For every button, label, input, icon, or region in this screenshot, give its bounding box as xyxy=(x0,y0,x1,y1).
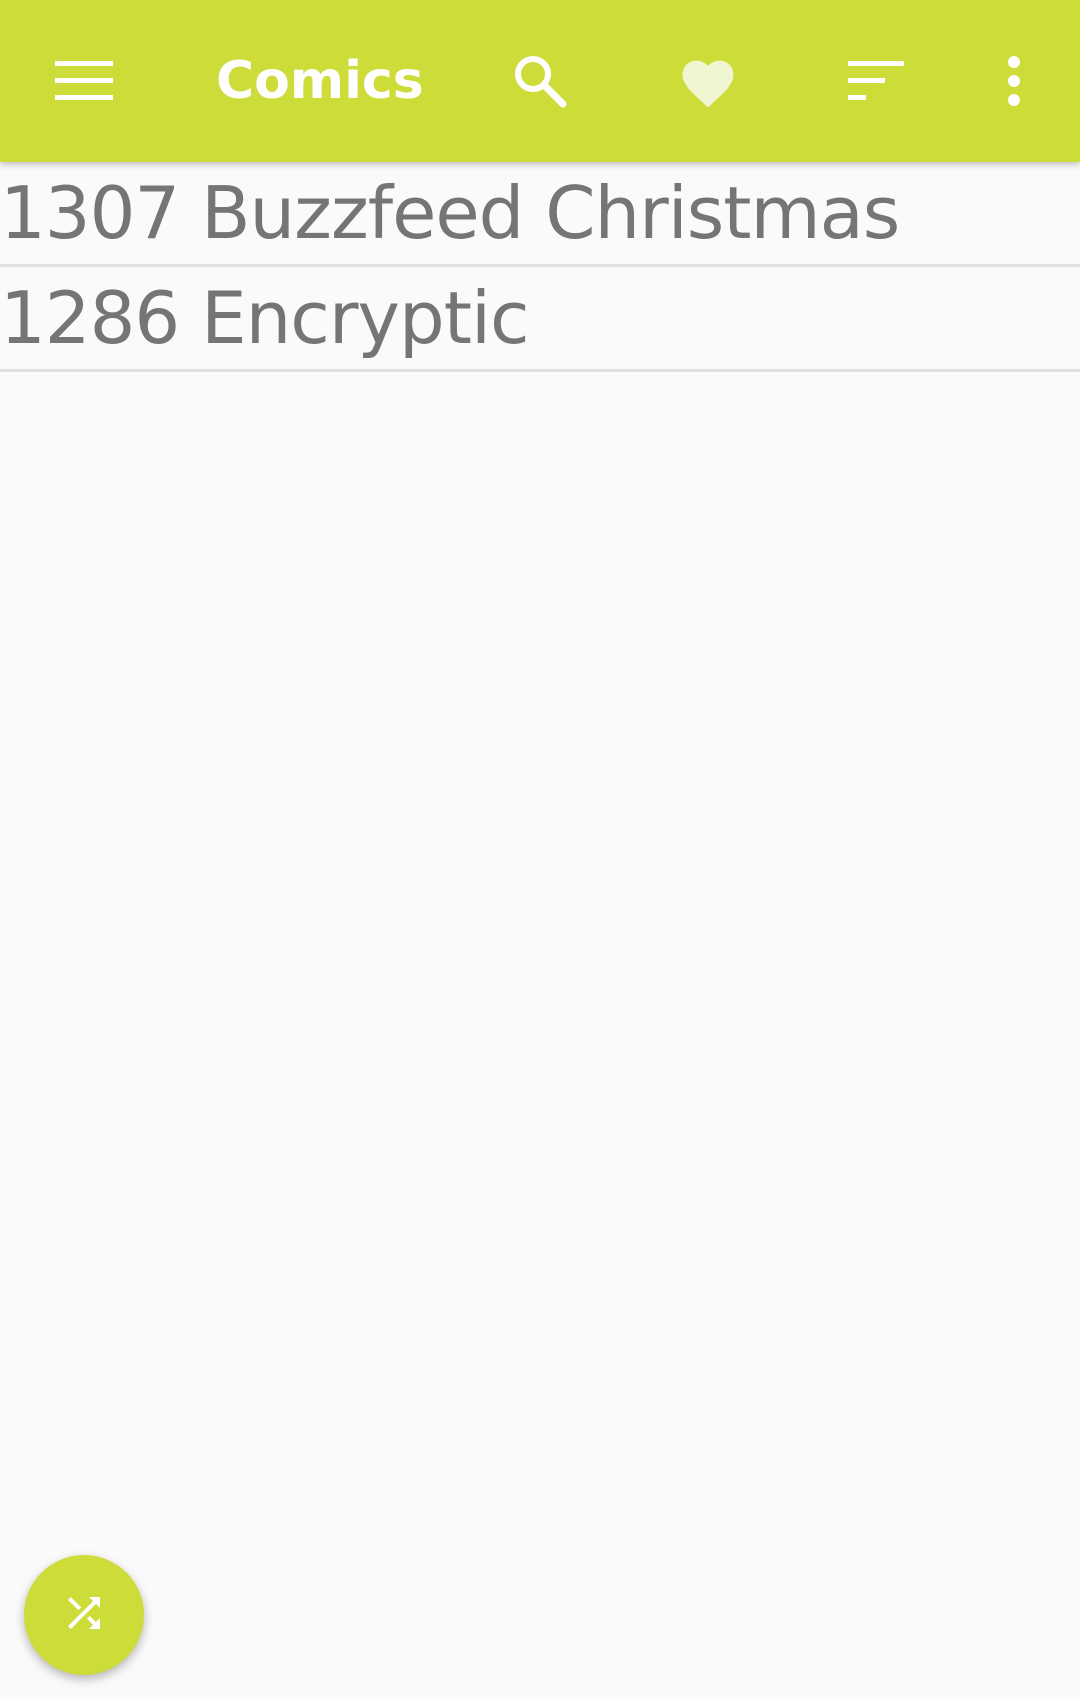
search-icon xyxy=(510,51,570,111)
list-item[interactable]: 1307 Buzzfeed Christmas xyxy=(0,162,1080,267)
favorites-button[interactable] xyxy=(654,27,762,135)
more-vert-icon xyxy=(1006,55,1022,107)
sort-icon xyxy=(848,61,904,101)
page-title: Comics xyxy=(216,51,424,111)
search-button[interactable] xyxy=(486,27,594,135)
menu-icon xyxy=(55,61,113,101)
list-item[interactable]: 1286 Encryptic xyxy=(0,267,1080,372)
shuffle-icon xyxy=(60,1589,108,1641)
random-comic-fab[interactable] xyxy=(24,1555,144,1675)
sort-button[interactable] xyxy=(822,27,930,135)
app-toolbar: Comics xyxy=(0,0,1080,162)
comics-list: 1307 Buzzfeed Christmas 1286 Encryptic xyxy=(0,162,1080,372)
list-item-label: 1286 Encryptic xyxy=(0,276,530,360)
menu-button[interactable] xyxy=(30,27,138,135)
heart-icon xyxy=(677,53,739,109)
app-screen: Comics 1307 Buzzfeed Christmas 1286 Encr… xyxy=(0,0,1080,1699)
list-item-label: 1307 Buzzfeed Christmas xyxy=(0,171,900,255)
overflow-menu-button[interactable] xyxy=(960,27,1068,135)
